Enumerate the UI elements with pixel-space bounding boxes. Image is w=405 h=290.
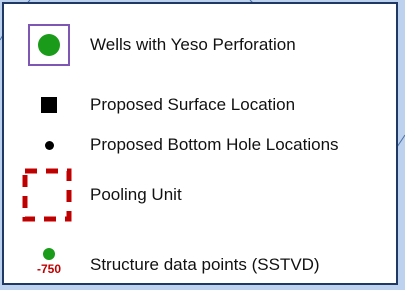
legend-label-structure-points: Structure data points (SSTVD) (90, 255, 320, 274)
structure-point-symbol: -750 (14, 248, 90, 280)
legend-item-pooling-unit: Pooling Unit (4, 168, 396, 222)
map-legend: Wells with Yeso Perforation Proposed Sur… (2, 2, 398, 285)
legend-item-structure-points: -750 Structure data points (SSTVD) (4, 248, 396, 280)
surface-location-symbol (14, 90, 90, 120)
green-circle-icon (38, 34, 60, 56)
legend-label-wells: Wells with Yeso Perforation (90, 35, 296, 54)
black-square-icon (41, 97, 57, 113)
legend-item-bottom-hole: Proposed Bottom Hole Locations (4, 130, 396, 160)
bottom-hole-symbol (14, 130, 90, 160)
black-dot-icon (45, 141, 54, 150)
legend-label-surface-location: Proposed Surface Location (90, 95, 296, 114)
pooling-unit-symbol (14, 168, 90, 222)
legend-item-surface-location: Proposed Surface Location (4, 90, 396, 120)
legend-label-pooling-unit: Pooling Unit (90, 185, 182, 204)
structure-value-label: -750 (36, 262, 62, 276)
green-dot-icon (43, 248, 55, 260)
dashed-rectangle-icon (22, 168, 72, 222)
legend-label-bottom-hole: Proposed Bottom Hole Locations (90, 135, 339, 154)
wells-symbol (14, 24, 90, 66)
legend-item-wells: Wells with Yeso Perforation (4, 24, 396, 66)
